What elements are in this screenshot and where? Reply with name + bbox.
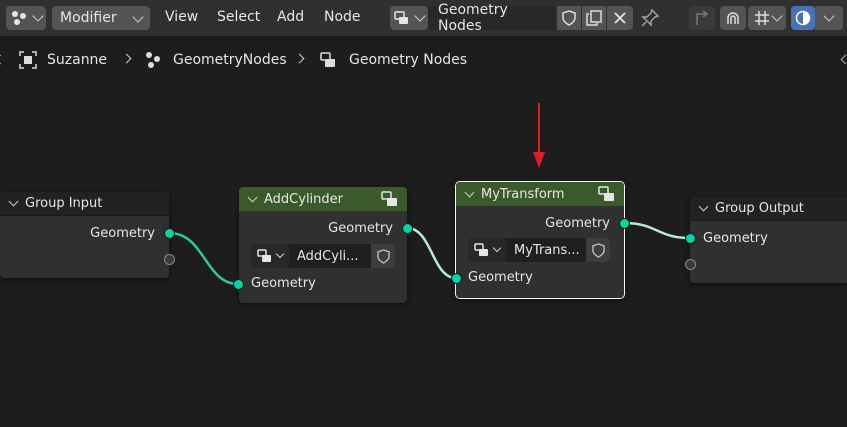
node-tree-icon (474, 243, 488, 256)
fake-user-shield-icon (376, 248, 390, 264)
node-group-name-field[interactable]: MyTrans... (506, 238, 586, 262)
output-socket-geometry[interactable] (619, 218, 630, 229)
fake-user-shield-icon (591, 242, 605, 258)
chevron-down-icon[interactable] (464, 187, 475, 197)
annotation-arrow (533, 103, 545, 168)
node-mytransform[interactable]: MyTransform Geometry MyTrans... Geometry (455, 181, 625, 299)
output-label: Geometry (545, 216, 610, 231)
node-group-input[interactable]: Group Input Geometry (0, 192, 169, 278)
node-group-selector: MyTrans... (468, 238, 610, 262)
output-socket-empty[interactable] (164, 254, 175, 265)
node-header[interactable]: AddCylinder (239, 187, 407, 211)
input-socket-geometry[interactable] (233, 279, 244, 290)
input-label: Geometry (703, 231, 768, 246)
node-addcylinder[interactable]: AddCylinder Geometry AddCyli... Geometry (239, 187, 407, 303)
output-socket-geometry[interactable] (402, 223, 413, 234)
node-tree-icon (598, 186, 614, 201)
fake-user-button[interactable] (371, 244, 395, 268)
output-label: Geometry (90, 226, 155, 241)
chevron-down-icon[interactable] (698, 201, 709, 212)
node-group-browse-button[interactable] (468, 238, 506, 262)
node-header[interactable]: MyTransform (456, 182, 624, 206)
link-group-input-to-addcylinder[interactable] (168, 231, 239, 286)
node-header[interactable]: Group Output (690, 197, 847, 221)
node-tree-icon (381, 191, 397, 206)
node-title: MyTransform (481, 186, 565, 202)
node-title: AddCylinder (264, 191, 343, 207)
node-title: Group Output (715, 201, 804, 216)
input-socket-geometry[interactable] (451, 273, 462, 284)
node-group-browse-button[interactable] (251, 244, 289, 268)
chevron-down-icon (275, 249, 285, 259)
node-group-output[interactable]: Group Output Geometry (690, 197, 847, 283)
node-header[interactable]: Group Input (0, 192, 169, 216)
input-socket-geometry[interactable] (685, 233, 696, 244)
node-tree-icon (257, 249, 271, 262)
chevron-down-icon (492, 243, 502, 253)
chevron-down-icon[interactable] (247, 192, 258, 202)
link-addcylinder-to-mytransform[interactable] (406, 226, 457, 280)
node-title: Group Input (25, 196, 103, 211)
node-group-selector: AddCyli... (251, 244, 395, 268)
output-socket-geometry[interactable] (164, 228, 175, 239)
node-group-name-field[interactable]: AddCyli... (289, 244, 371, 268)
input-label: Geometry (468, 270, 533, 285)
link-mytransform-to-group-output[interactable] (623, 221, 691, 240)
output-label: Geometry (328, 221, 393, 236)
chevron-down-icon[interactable] (8, 196, 19, 207)
input-label: Geometry (251, 276, 316, 291)
input-socket-empty[interactable] (685, 259, 696, 270)
fake-user-button[interactable] (586, 238, 610, 262)
